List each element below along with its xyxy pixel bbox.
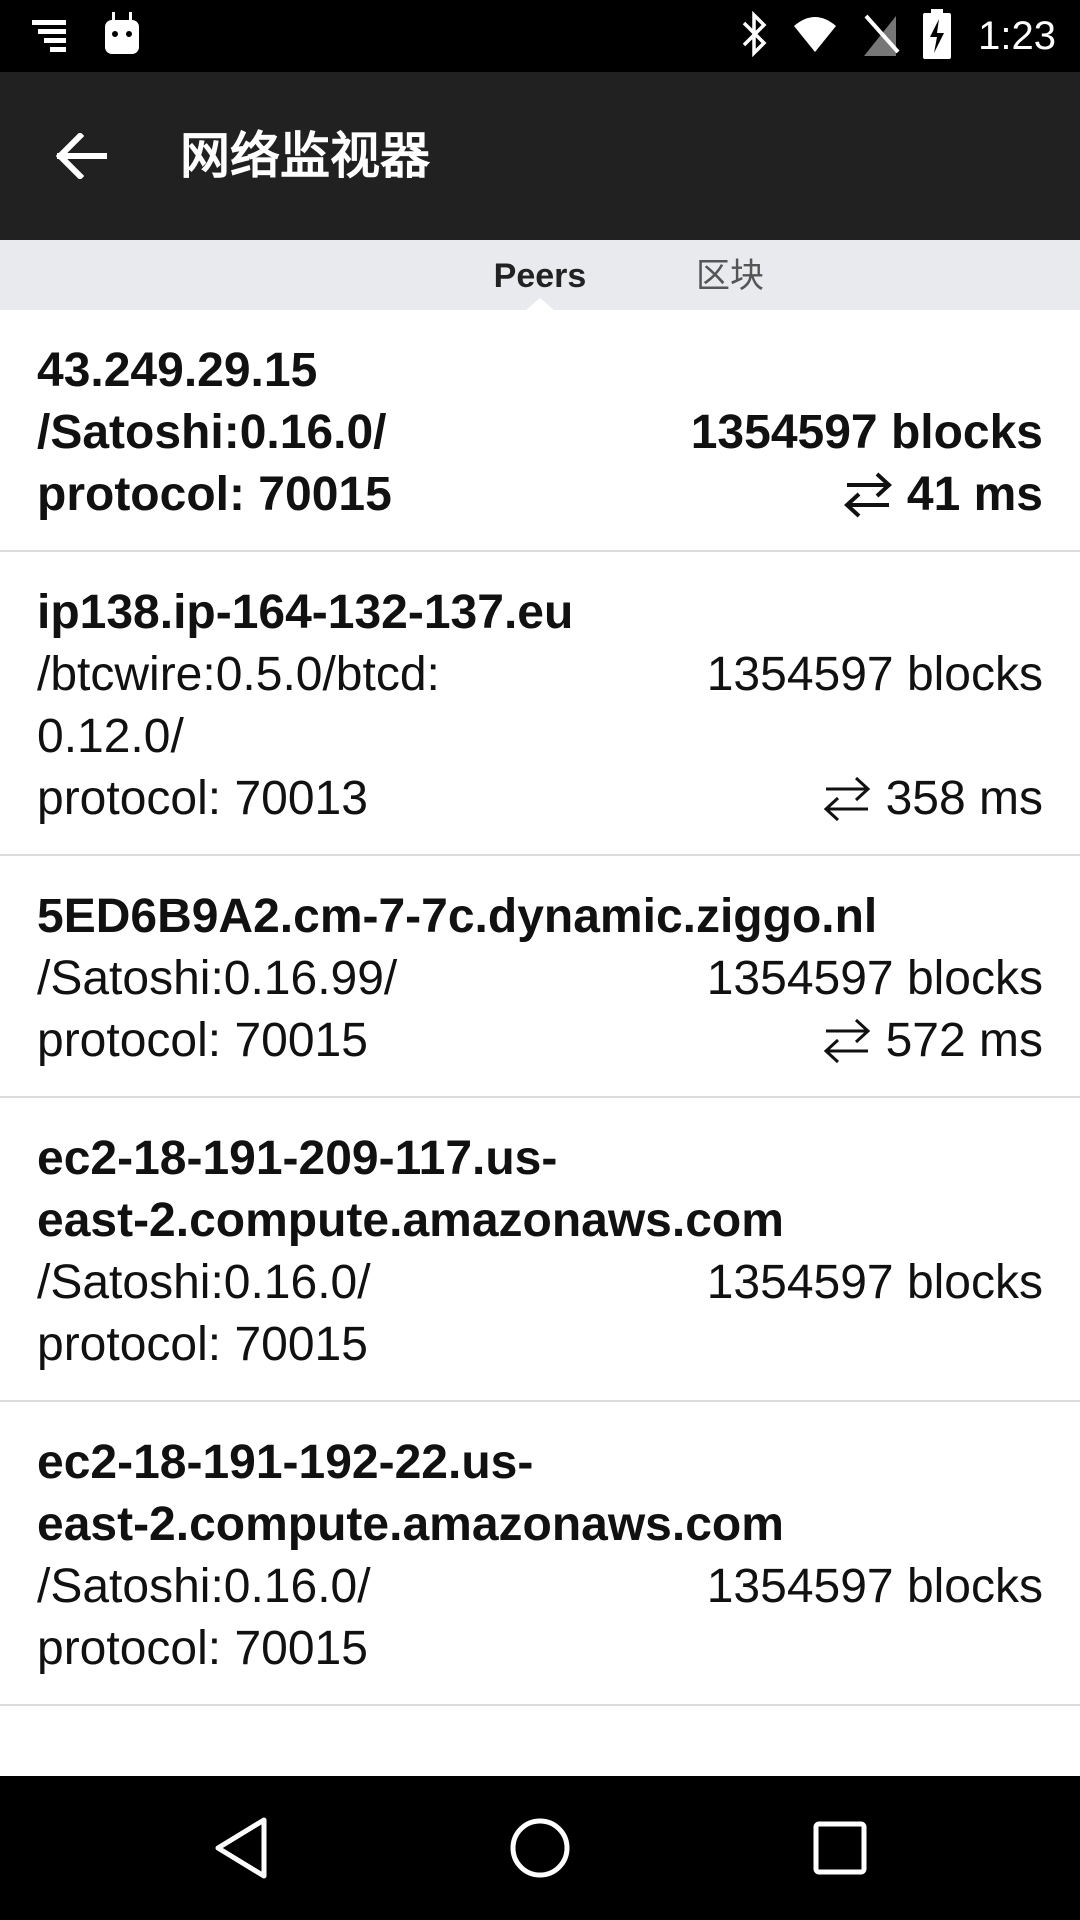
- android-icon: [102, 11, 142, 61]
- swap-arrows-icon: [823, 776, 870, 822]
- app-toolbar: 网络监视器: [0, 72, 1080, 240]
- nav-recents-button[interactable]: [800, 1812, 880, 1884]
- peer-protocol: protocol: 70015: [37, 1014, 368, 1067]
- peer-version: /Satoshi:0.16.0/: [37, 1560, 371, 1613]
- peer-version: /Satoshi:0.16.0/: [37, 406, 387, 459]
- peer-item[interactable]: 5ED6B9A2.cm-7-7c.dynamic.ziggo.nl /Satos…: [0, 856, 1080, 1098]
- status-bar: 1:23: [0, 0, 1080, 72]
- no-sim-icon: [860, 12, 900, 61]
- peer-host: ec2-18-191-209-117.us- east-2.compute.am…: [37, 1132, 784, 1247]
- status-time: 1:23: [978, 13, 1056, 58]
- peer-ping: 358 ms: [885, 772, 1043, 825]
- home-circle-icon: [510, 1818, 570, 1878]
- peer-blocks: 1354597 blocks: [706, 952, 1043, 1005]
- page-title: 网络监视器: [180, 128, 430, 184]
- peer-ping: 41 ms: [906, 468, 1043, 521]
- peer-blocks: 1354597 blocks: [690, 406, 1043, 459]
- peer-blocks: 1354597 blocks: [706, 1560, 1043, 1613]
- battery-charging-icon: [922, 8, 952, 64]
- selected-tab-indicator: [526, 298, 554, 310]
- tab-blocks[interactable]: 区块: [690, 240, 770, 310]
- peer-version: /btcwire:0.5.0/btcd: 0.12.0/: [37, 648, 440, 763]
- bluetooth-icon: [740, 10, 770, 62]
- navigation-bar: [0, 1776, 1080, 1920]
- peer-protocol: protocol: 70015: [37, 1318, 368, 1371]
- back-button[interactable]: [48, 126, 116, 186]
- peer-protocol: protocol: 70015: [37, 468, 392, 521]
- nav-home-button[interactable]: [500, 1812, 580, 1884]
- nav-back-button[interactable]: [202, 1812, 282, 1884]
- back-triangle-icon: [215, 1817, 267, 1879]
- peer-item[interactable]: ec2-18-191-209-117.us- east-2.compute.am…: [0, 1098, 1080, 1402]
- peer-protocol: protocol: 70015: [37, 1622, 368, 1675]
- arrow-back-icon: [56, 133, 107, 179]
- peer-host: ec2-18-191-192-22.us- east-2.compute.ama…: [37, 1436, 784, 1551]
- peer-host: 5ED6B9A2.cm-7-7c.dynamic.ziggo.nl: [37, 890, 878, 943]
- peer-item[interactable]: 43.249.29.15 /Satoshi:0.16.0/ 1354597 bl…: [0, 310, 1080, 552]
- swap-arrows-icon: [823, 1018, 870, 1064]
- recents-square-icon: [813, 1821, 867, 1875]
- peer-version: /Satoshi:0.16.99/: [37, 952, 398, 1005]
- peer-list[interactable]: 43.249.29.15 /Satoshi:0.16.0/ 1354597 bl…: [0, 310, 1080, 1776]
- peer-host: ip138.ip-164-132-137.eu: [37, 586, 574, 639]
- peer-protocol: protocol: 70013: [37, 772, 368, 825]
- peer-host: 43.249.29.15: [37, 344, 318, 397]
- wifi-icon: [792, 14, 838, 59]
- peer-ping: 572 ms: [885, 1014, 1043, 1067]
- peer-item[interactable]: ip138.ip-164-132-137.eu /btcwire:0.5.0/b…: [0, 552, 1080, 856]
- peer-item[interactable]: ec2-18-191-192-22.us- east-2.compute.ama…: [0, 1402, 1080, 1706]
- notification-list-icon: [30, 14, 76, 59]
- peer-blocks: 1354597 blocks: [706, 648, 1043, 701]
- peer-version: /Satoshi:0.16.0/: [37, 1256, 371, 1309]
- peer-blocks: 1354597 blocks: [706, 1256, 1043, 1309]
- swap-arrows-icon: [843, 472, 892, 518]
